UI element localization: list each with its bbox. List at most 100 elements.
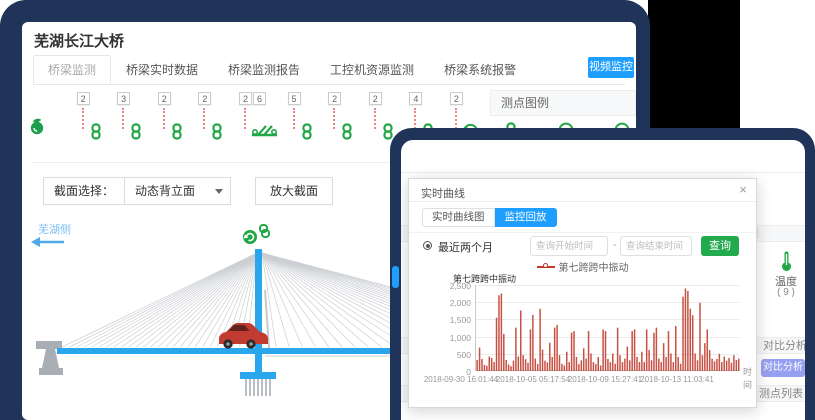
- legend-marker-icon: [537, 266, 555, 268]
- sensor-item-7: 2: [320, 92, 358, 150]
- scrollbar-thumb[interactable]: [392, 266, 399, 288]
- sensor-count-badges: 2: [158, 92, 171, 105]
- sensor-dotted-line: [333, 108, 335, 129]
- chain-link-icon[interactable]: [340, 123, 354, 145]
- modal-window-frame: 测点图例 温度 ( 9 ) 对比分析 对比分析 测点列表 实时曲线 ×: [390, 128, 815, 420]
- zoom-section-button[interactable]: 放大截面: [255, 177, 333, 205]
- query-end-time-input[interactable]: [620, 236, 692, 256]
- main-tab-2[interactable]: 桥梁监测报告: [213, 55, 315, 84]
- main-tab-0[interactable]: 桥梁监测: [33, 55, 111, 84]
- sensor-count-badge: 5: [288, 92, 301, 105]
- main-tab-bar: 桥梁监测桥梁实时数据桥梁监测报告工控机资源监测桥梁系统报警: [33, 55, 625, 85]
- section-select-dropdown[interactable]: 动态背立面: [125, 177, 231, 205]
- x-tick-label: 2018-09-30 16:01:44: [421, 375, 501, 384]
- bridge-abutment: [36, 341, 63, 375]
- section-controls: 截面选择： 动态背立面 放大截面: [43, 177, 333, 205]
- pile-cap: [240, 372, 276, 379]
- tab-monitor-playback[interactable]: 监控回放: [495, 208, 557, 227]
- sensor-count-badge: 2: [369, 92, 382, 105]
- sensor-dotted-line: [244, 108, 246, 129]
- dialog-tab-group: 实时曲线图 监控回放: [422, 208, 557, 227]
- temperature-count: ( 9 ): [770, 287, 802, 298]
- video-monitor-button[interactable]: 视频监控: [588, 57, 634, 78]
- vibration-bars: [476, 285, 740, 371]
- sensor-item-6: 5: [280, 92, 318, 150]
- rotation-sensor-icon[interactable]: [243, 230, 257, 244]
- modal-page: 测点图例 温度 ( 9 ) 对比分析 对比分析 测点列表 实时曲线 ×: [401, 140, 805, 420]
- thermometer-icon[interactable]: [780, 250, 793, 272]
- point-list-label: 测点列表: [759, 386, 803, 402]
- sensor-count-badges: 2: [450, 92, 463, 105]
- chain-link-icon[interactable]: [89, 123, 103, 145]
- time-axis-label: 时间: [743, 365, 756, 391]
- legend-panel-header: 测点图例: [490, 90, 636, 116]
- sensor-count-badges: 3: [117, 92, 130, 105]
- chart-plot-area: [475, 285, 739, 371]
- sensor-dotted-line: [163, 108, 165, 129]
- recent-two-months-radio[interactable]: [423, 241, 432, 250]
- dialog-header-divider: [409, 201, 756, 202]
- radio-label: 最近两个月: [438, 239, 493, 255]
- sensor-item-0: [28, 92, 66, 150]
- x-tick-label: 2018-10-13 11:03:41: [637, 375, 717, 384]
- y-tick-label: 2,000: [441, 298, 471, 308]
- x-tick-label: 2018-10-09 15:27:41: [565, 375, 645, 384]
- chain-link-icon[interactable]: [210, 123, 224, 145]
- tab-realtime-curve[interactable]: 实时曲线图: [422, 208, 495, 227]
- pylon-below-deck: [255, 354, 262, 372]
- chain-link-icon[interactable]: [170, 123, 184, 145]
- y-tick-label: 1,000: [441, 333, 471, 343]
- sensor-dotted-line: [374, 108, 376, 129]
- section-select-value: 动态背立面: [135, 184, 195, 198]
- sensor-dotted-line: [293, 108, 295, 129]
- chain-link-icon[interactable]: [129, 123, 143, 145]
- y-tick-label: 1,500: [441, 315, 471, 325]
- foundation-piles: [246, 379, 270, 396]
- query-button[interactable]: 查询: [701, 236, 739, 256]
- sensor-item-5: 26: [231, 92, 277, 150]
- sensor-dotted-line: [82, 108, 84, 129]
- compare-header-label: 对比分析: [763, 338, 805, 354]
- section-select-label: 截面选择：: [43, 177, 125, 205]
- screenshot-stage: 芜湖长江大桥 桥梁监测桥梁实时数据桥梁监测报告工控机资源监测桥梁系统报警 视频监…: [0, 0, 815, 420]
- sensor-item-2: 3: [109, 92, 147, 150]
- sensor-count-badge: 2: [77, 92, 90, 105]
- dialog-sub-divider: [409, 232, 756, 233]
- close-icon[interactable]: ×: [739, 182, 747, 197]
- realtime-curve-dialog: 实时曲线 × 实时曲线图 监控回放 最近两个月 - 查询 第七跨跨中振动: [408, 178, 757, 408]
- sensor-count-badges: 5: [288, 92, 301, 105]
- sensor-count-badges: 2: [328, 92, 341, 105]
- sensor-count-badge: 2: [158, 92, 171, 105]
- sensor-item-1: 2: [69, 92, 107, 150]
- dialog-title: 实时曲线: [421, 185, 465, 201]
- date-range-separator: -: [610, 236, 619, 256]
- sensor-count-badges: 4: [409, 92, 422, 105]
- compare-analysis-button[interactable]: 对比分析: [761, 359, 805, 377]
- main-tab-1[interactable]: 桥梁实时数据: [111, 55, 213, 84]
- sensor-count-badges: 2: [369, 92, 382, 105]
- sensor-count-badge: 2: [328, 92, 341, 105]
- page-top-border: [401, 172, 805, 173]
- y-tick-label: 2,500: [441, 281, 471, 291]
- x-tick-label: 2018-10-05 05:17:54: [493, 375, 573, 384]
- weight-icon[interactable]: [28, 116, 46, 140]
- sensor-count-badge: 3: [117, 92, 130, 105]
- chain-link-icon[interactable]: [300, 123, 314, 145]
- sensor-count-badge: 2: [198, 92, 211, 105]
- legend-label: 第七跨跨中振动: [559, 259, 629, 274]
- y-tick-label: 500: [441, 350, 471, 360]
- query-start-time-input[interactable]: [530, 236, 608, 256]
- main-tab-4[interactable]: 桥梁系统报警: [429, 55, 531, 84]
- sensor-count-badge: 2: [239, 92, 252, 105]
- sensor-dotted-line: [122, 108, 124, 129]
- sensor-item-3: 2: [150, 92, 188, 150]
- sensor-dotted-line: [203, 108, 205, 129]
- bridge-icon[interactable]: [251, 123, 278, 143]
- main-tab-3[interactable]: 工控机资源监测: [315, 55, 429, 84]
- sensor-count-badges: 26: [239, 92, 266, 105]
- sensor-count-badge: 2: [450, 92, 463, 105]
- sensor-count-badges: 2: [77, 92, 90, 105]
- page-title: 芜湖长江大桥: [34, 30, 124, 51]
- chain-link-icon[interactable]: [260, 225, 269, 237]
- sensor-count-badge: 4: [409, 92, 422, 105]
